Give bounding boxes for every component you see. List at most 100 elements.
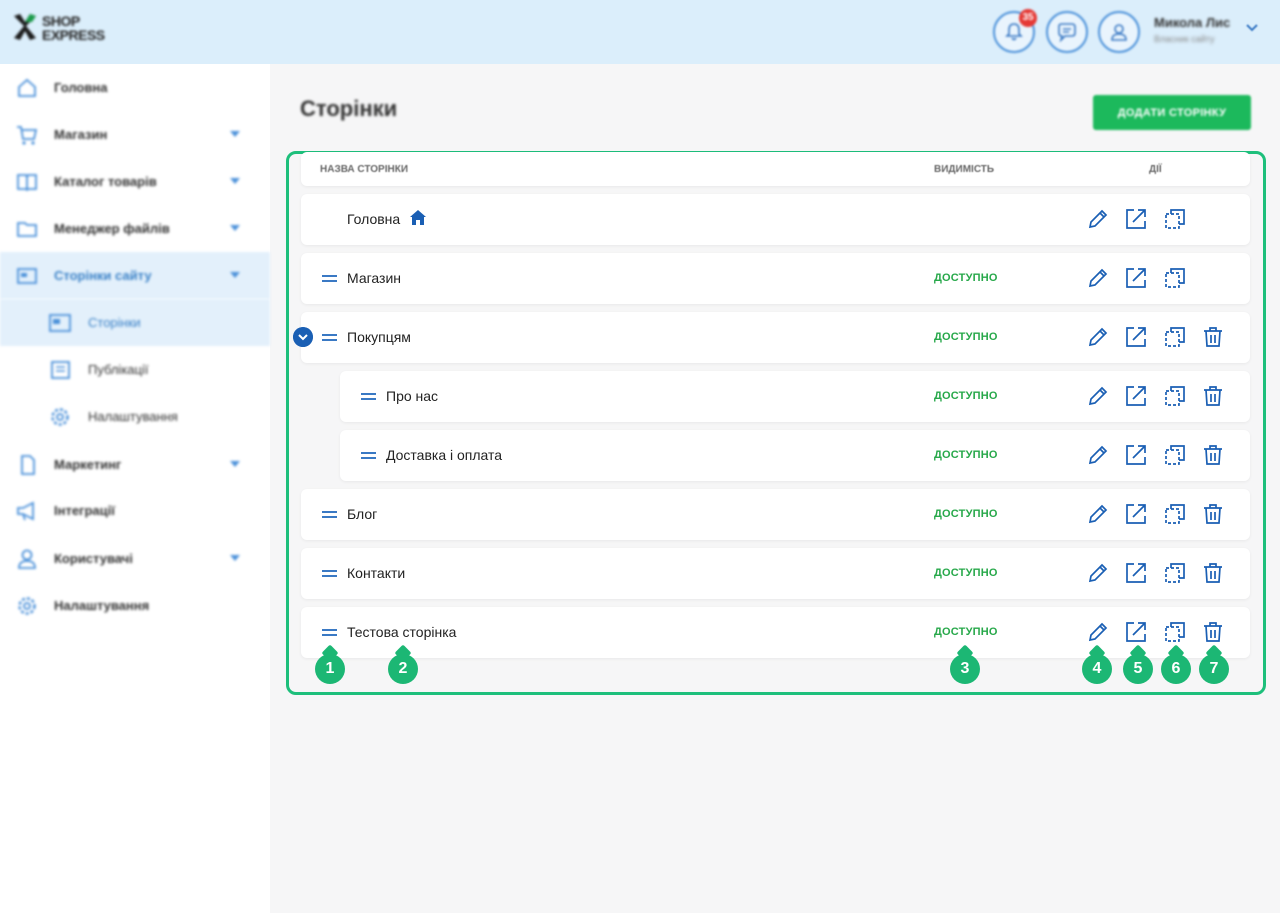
- copy-icon[interactable]: [1163, 502, 1187, 526]
- caret-down-icon[interactable]: [230, 178, 240, 184]
- page-name[interactable]: Блог: [347, 506, 377, 522]
- edit-icon[interactable]: [1086, 561, 1110, 585]
- megaphone-icon: [17, 501, 34, 521]
- edit-icon[interactable]: [1086, 266, 1110, 290]
- trash-icon[interactable]: [1201, 443, 1225, 467]
- user-name[interactable]: Микола Лис: [1154, 15, 1230, 30]
- add-page-button[interactable]: ДОДАТИ СТОРІНКУ: [1093, 95, 1251, 130]
- status-badge: ДОСТУПНО: [934, 626, 998, 638]
- profile-button[interactable]: [1098, 11, 1140, 53]
- folder-icon: [17, 222, 37, 237]
- status-badge: ДОСТУПНО: [934, 567, 998, 579]
- status-badge: ДОСТУПНО: [934, 508, 998, 520]
- expand-chevron-icon[interactable]: [293, 327, 313, 347]
- open-link-icon[interactable]: [1124, 443, 1148, 467]
- sidebar-item-label: Інтеграції: [54, 503, 115, 518]
- trash-icon[interactable]: [1201, 620, 1225, 644]
- table-row: Покупцям ДОСТУПНО: [301, 312, 1250, 363]
- open-link-icon[interactable]: [1124, 266, 1148, 290]
- page-name[interactable]: Магазин: [347, 270, 401, 286]
- edit-icon[interactable]: [1086, 325, 1110, 349]
- drag-handle-icon[interactable]: [361, 452, 376, 459]
- home-icon: [18, 78, 36, 97]
- sidebar-item-settings[interactable]: Налаштування: [0, 582, 270, 629]
- page-name[interactable]: Контакти: [347, 565, 405, 581]
- drag-handle-icon[interactable]: [322, 511, 337, 518]
- open-link-icon[interactable]: [1124, 561, 1148, 585]
- annotation-marker: 4: [1082, 654, 1112, 684]
- copy-icon[interactable]: [1163, 207, 1187, 231]
- gear-icon: [51, 408, 69, 426]
- trash-icon[interactable]: [1201, 384, 1225, 408]
- edit-icon[interactable]: [1086, 384, 1110, 408]
- status-badge: ДОСТУПНО: [934, 449, 998, 461]
- copy-icon[interactable]: [1163, 384, 1187, 408]
- trash-icon[interactable]: [1201, 325, 1225, 349]
- drag-handle-icon[interactable]: [361, 393, 376, 400]
- sidebar-item-catalog[interactable]: Каталог товарів: [0, 158, 270, 205]
- sidebar-item-marketing[interactable]: Маркетинг: [0, 441, 270, 488]
- status-badge: ДОСТУПНО: [934, 390, 998, 402]
- user-icon: [18, 549, 36, 569]
- open-link-icon[interactable]: [1124, 620, 1148, 644]
- caret-down-icon[interactable]: [230, 272, 240, 278]
- drag-handle-icon[interactable]: [322, 570, 337, 577]
- trash-icon[interactable]: [1201, 561, 1225, 585]
- copy-icon[interactable]: [1163, 443, 1187, 467]
- open-link-icon[interactable]: [1124, 325, 1148, 349]
- sidebar-item-users[interactable]: Користувачі: [0, 535, 270, 582]
- edit-icon[interactable]: [1086, 443, 1110, 467]
- annotation-marker: 3: [950, 654, 980, 684]
- page-name[interactable]: Покупцям: [347, 329, 411, 345]
- page-name[interactable]: Доставка і оплата: [386, 447, 502, 463]
- drag-handle-icon[interactable]: [322, 334, 337, 341]
- caret-down-icon[interactable]: [230, 461, 240, 467]
- sidebar-item-integrations[interactable]: Інтеграції: [0, 487, 270, 534]
- sidebar-subitem-settings[interactable]: Налаштування: [0, 393, 270, 440]
- copy-icon[interactable]: [1163, 266, 1187, 290]
- caret-down-icon[interactable]: [230, 555, 240, 561]
- open-link-icon[interactable]: [1124, 207, 1148, 231]
- trash-icon[interactable]: [1201, 502, 1225, 526]
- sidebar-item-shop[interactable]: Магазин: [0, 111, 270, 158]
- notifications-button[interactable]: 35: [993, 9, 1037, 53]
- top-header: SHOP EXPRESS 35 Микола Лис Власник сайту: [0, 0, 1280, 64]
- sidebar-item-label: Сторінки: [88, 315, 141, 330]
- page-icon: [49, 314, 71, 332]
- sidebar-item-label: Менеджер файлів: [54, 221, 170, 236]
- home-icon: [410, 210, 426, 225]
- sidebar-item-home[interactable]: Головна: [0, 64, 270, 111]
- sidebar-subitem-publications[interactable]: Публікації: [0, 346, 270, 393]
- table-row: Головна: [301, 194, 1250, 245]
- edit-icon[interactable]: [1086, 620, 1110, 644]
- annotation-marker: 2: [388, 654, 418, 684]
- sidebar-item-file-manager[interactable]: Менеджер файлів: [0, 205, 270, 252]
- notification-badge: 35: [1019, 9, 1037, 27]
- sidebar-item-label: Каталог товарів: [54, 174, 157, 189]
- table-header: [301, 152, 1250, 186]
- caret-down-icon[interactable]: [230, 131, 240, 137]
- chevron-down-icon[interactable]: [1246, 24, 1258, 32]
- caret-down-icon[interactable]: [230, 225, 240, 231]
- column-header-actions: ДІЇ: [1149, 164, 1162, 175]
- copy-icon[interactable]: [1163, 620, 1187, 644]
- logo[interactable]: SHOP EXPRESS: [12, 14, 105, 42]
- sidebar-item-label: Головна: [54, 80, 108, 95]
- sidebar-item-site-pages[interactable]: Сторінки сайту: [0, 252, 270, 299]
- page-name[interactable]: Тестова сторінка: [347, 624, 456, 640]
- copy-icon[interactable]: [1163, 325, 1187, 349]
- edit-icon[interactable]: [1086, 502, 1110, 526]
- sidebar-subitem-pages[interactable]: Сторінки: [0, 299, 270, 346]
- open-link-icon[interactable]: [1124, 384, 1148, 408]
- page-name[interactable]: Головна: [347, 211, 400, 227]
- page-name[interactable]: Про нас: [386, 388, 438, 404]
- drag-handle-icon[interactable]: [322, 629, 337, 636]
- edit-icon[interactable]: [1086, 207, 1110, 231]
- copy-icon[interactable]: [1163, 561, 1187, 585]
- open-link-icon[interactable]: [1124, 502, 1148, 526]
- drag-handle-icon[interactable]: [322, 275, 337, 282]
- column-header-visibility: ВИДИМІСТЬ: [934, 164, 995, 175]
- messages-button[interactable]: [1046, 11, 1088, 53]
- user-role: Власник сайту: [1154, 34, 1215, 44]
- logo-line2: EXPRESS: [42, 27, 105, 43]
